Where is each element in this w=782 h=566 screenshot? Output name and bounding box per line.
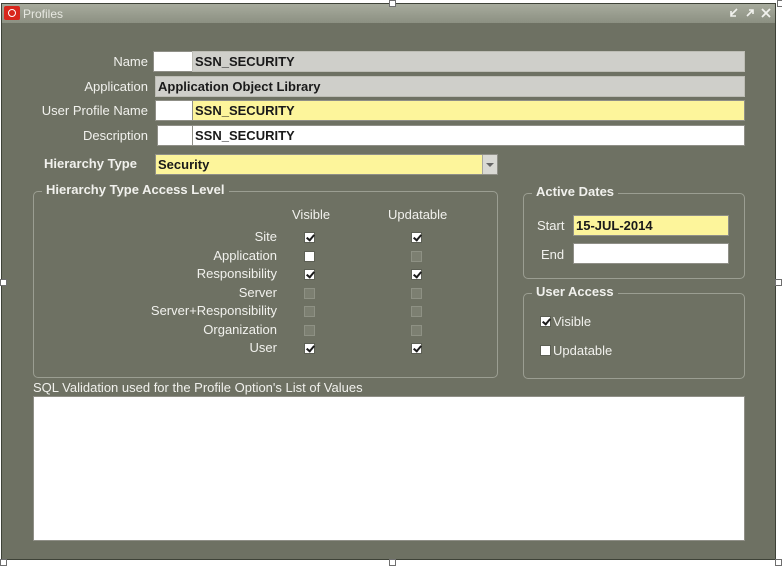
maximize-icon[interactable] <box>743 5 757 21</box>
hierarchy-type-label: Hierarchy Type <box>44 156 137 171</box>
access-row-label: Server <box>238 285 277 300</box>
user-access-updatable-label: Updatable <box>553 343 613 358</box>
user-access-title: User Access <box>532 284 618 299</box>
user-access-updatable-checkbox[interactable] <box>540 345 551 356</box>
visible-checkbox[interactable] <box>304 251 315 262</box>
updatable-checkbox[interactable] <box>411 269 422 280</box>
access-row-label: Application <box>213 248 277 263</box>
application-field[interactable]: Application Object Library <box>155 76 745 97</box>
application-label: Application <box>84 79 148 94</box>
visible-checkbox[interactable] <box>304 232 315 243</box>
chevron-down-icon[interactable] <box>482 155 497 174</box>
visible-column-header: Visible <box>292 207 331 222</box>
close-icon[interactable] <box>759 5 773 21</box>
user-access-visible-checkbox[interactable] <box>540 316 551 327</box>
description-field[interactable]: SSN_SECURITY <box>192 125 745 146</box>
user-access-visible-label: Visible <box>553 314 592 329</box>
user-profile-name-label: User Profile Name <box>41 103 148 118</box>
access-row-label: Organization <box>203 322 277 337</box>
sql-validation-textarea[interactable] <box>33 396 745 541</box>
access-row-label: Site <box>254 229 277 244</box>
visible-checkbox[interactable] <box>304 306 315 317</box>
window-title: Profiles <box>23 7 64 21</box>
hierarchy-type-value: Security <box>158 157 210 172</box>
description-prefix-field[interactable] <box>157 125 193 146</box>
visible-checkbox[interactable] <box>304 269 315 280</box>
end-date-label: End <box>541 247 565 262</box>
resize-handle-right[interactable] <box>775 279 782 286</box>
description-label: Description <box>82 128 148 143</box>
name-field[interactable]: SSN_SECURITY <box>192 51 745 72</box>
name-label: Name <box>113 54 148 69</box>
active-dates-group: Active Dates <box>523 184 745 279</box>
access-row-label: Responsibility <box>196 266 277 281</box>
updatable-checkbox[interactable] <box>411 288 422 299</box>
visible-checkbox[interactable] <box>304 343 315 354</box>
resize-handle-left[interactable] <box>0 279 7 286</box>
hierarchy-type-select[interactable]: Security <box>155 154 498 175</box>
updatable-checkbox[interactable] <box>411 343 422 354</box>
user-profile-name-field[interactable]: SSN_SECURITY <box>192 100 745 121</box>
visible-checkbox[interactable] <box>304 288 315 299</box>
resize-handle-top-right[interactable] <box>777 0 782 7</box>
active-dates-title: Active Dates <box>532 184 619 199</box>
updatable-checkbox[interactable] <box>411 251 422 262</box>
updatable-checkbox[interactable] <box>411 306 422 317</box>
name-prefix-field[interactable] <box>153 51 193 72</box>
end-date-field[interactable] <box>573 243 729 264</box>
access-row-label: Server+Responsibility <box>150 303 277 318</box>
start-date-field[interactable]: 15-JUL-2014 <box>573 215 729 236</box>
access-level-title: Hierarchy Type Access Level <box>42 182 229 197</box>
updatable-checkbox[interactable] <box>411 232 422 243</box>
user-profile-name-prefix-field[interactable] <box>155 100 193 121</box>
minimize-icon[interactable] <box>727 5 741 21</box>
oracle-logo-icon <box>4 6 20 20</box>
access-row-label: User <box>249 340 277 355</box>
resize-handle-top[interactable] <box>389 0 396 7</box>
visible-checkbox[interactable] <box>304 325 315 336</box>
updatable-column-header: Updatable <box>388 207 448 222</box>
sql-validation-label: SQL Validation used for the Profile Opti… <box>33 380 363 395</box>
start-date-label: Start <box>537 218 565 233</box>
user-access-group: User Access <box>523 284 745 379</box>
profiles-window: Profiles Name SSN_SECURITY Application A… <box>1 3 776 560</box>
updatable-checkbox[interactable] <box>411 325 422 336</box>
